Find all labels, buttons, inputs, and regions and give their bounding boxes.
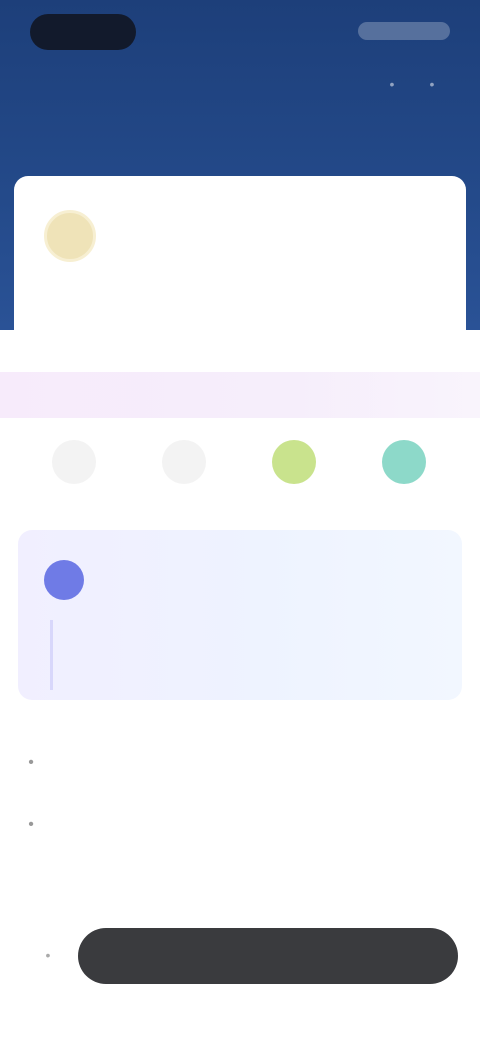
info-icon: •: [28, 816, 34, 833]
home-icon[interactable]: •: [30, 940, 66, 970]
profile-subtitle: [40, 334, 260, 348]
promo-line: [98, 580, 438, 594]
promo-icon: [44, 560, 84, 600]
menu-icon: •: [28, 754, 34, 771]
quick-action-4[interactable]: [372, 440, 436, 520]
settings-icon[interactable]: •: [424, 76, 440, 92]
notice-banner-text: [30, 386, 360, 404]
quick-action-icon: [382, 440, 426, 484]
quick-action-3[interactable]: [262, 440, 326, 520]
profile-name: [40, 312, 240, 326]
avatar[interactable]: [44, 210, 96, 262]
quick-action-1[interactable]: [42, 440, 106, 520]
status-pill: [30, 14, 136, 50]
bottom-action-bar[interactable]: [78, 928, 458, 984]
quick-action-2[interactable]: [152, 440, 216, 520]
status-indicators: [358, 22, 450, 40]
more-icon[interactable]: •: [384, 76, 400, 92]
quick-action-icon: [272, 440, 316, 484]
promo-line: [98, 674, 398, 688]
promo-title: [98, 556, 328, 574]
promo-line: [98, 650, 418, 664]
menu-item-1[interactable]: •: [20, 746, 460, 778]
menu-item-2[interactable]: •: [20, 808, 460, 840]
promo-divider: [50, 620, 76, 690]
quick-action-icon: [52, 440, 96, 484]
quick-action-icon: [162, 440, 206, 484]
